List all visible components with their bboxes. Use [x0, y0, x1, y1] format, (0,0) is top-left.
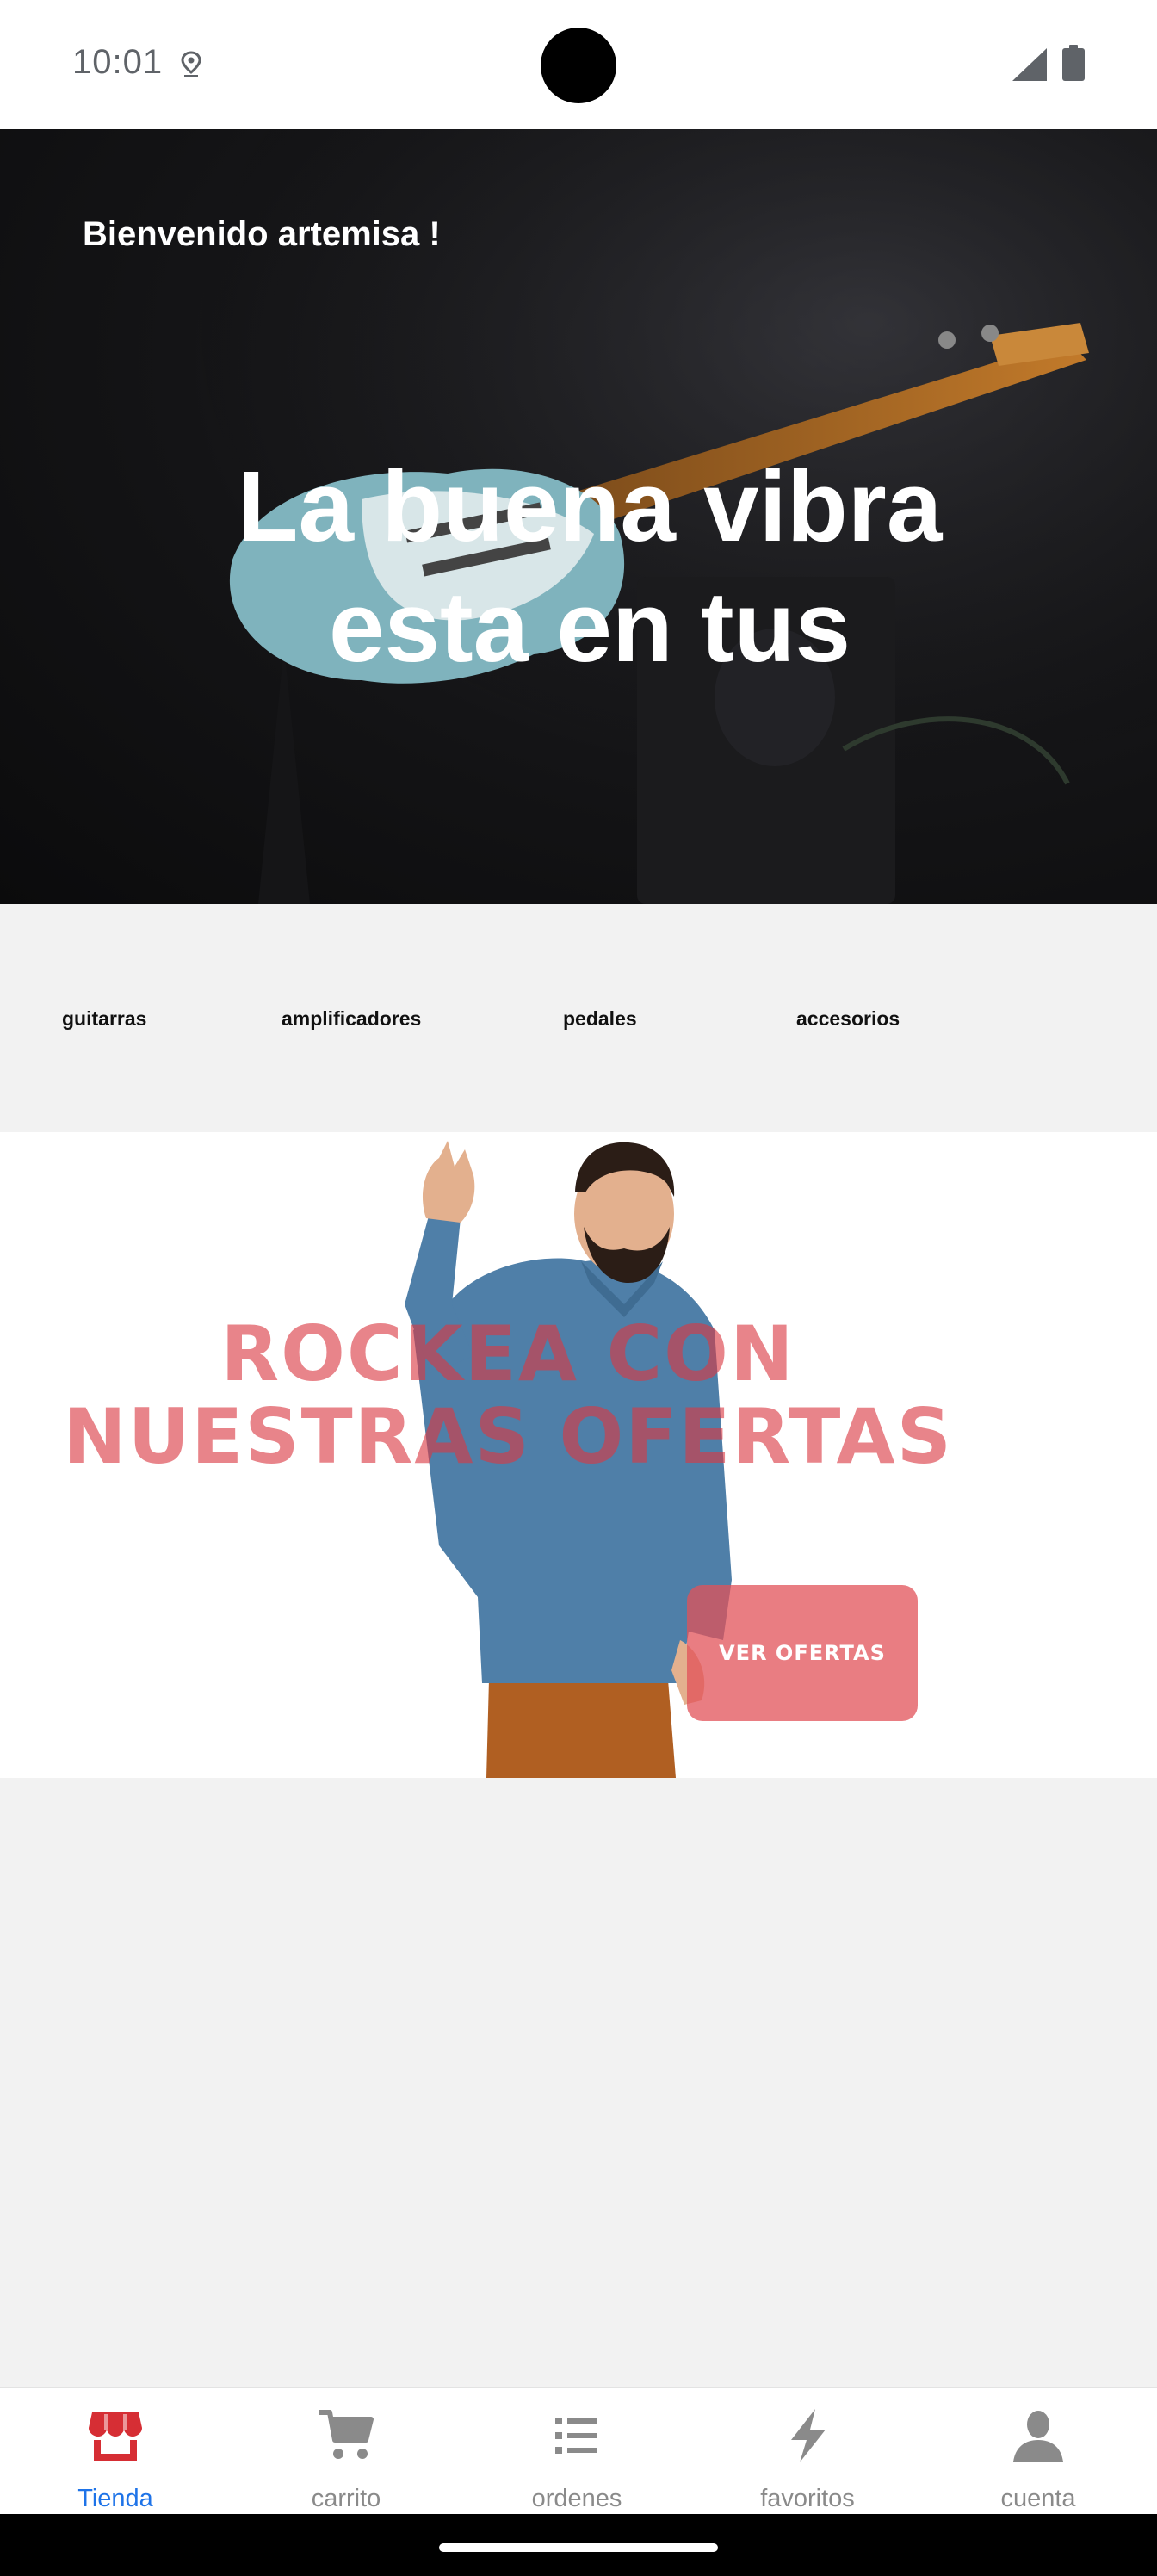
bottom-navigation: Tienda carrito ordenes favoritos cuenta [0, 2387, 1157, 2516]
cart-icon [319, 2410, 374, 2459]
store-icon [89, 2412, 142, 2461]
nav-ordenes[interactable]: ordenes [461, 2388, 692, 2516]
battery-icon [1062, 45, 1085, 81]
hero-banner: Bienvenido artemisa ! La buena vibra est… [0, 129, 1157, 904]
location-pin-icon [181, 51, 201, 77]
status-bar: 10:01 [0, 0, 1157, 129]
nav-cuenta[interactable]: cuenta [923, 2388, 1154, 2516]
nav-label-carrito: carrito [311, 2485, 381, 2512]
home-gesture-handle[interactable] [439, 2543, 718, 2552]
status-time: 10:01 [72, 43, 164, 81]
nav-label-tienda: Tienda [77, 2485, 153, 2512]
gesture-bar [0, 2514, 1157, 2576]
promo-title-line2: NUESTRAS OFERTAS [62, 1392, 954, 1481]
category-accesorios[interactable]: accesorios [796, 1007, 900, 1031]
promo-title: ROCKEA CON NUESTRAS OFERTAS [52, 1313, 964, 1478]
hero-title-line1: La buena vibra [237, 450, 943, 562]
category-guitarras[interactable]: guitarras [62, 1007, 146, 1031]
signal-icon [1012, 48, 1047, 81]
category-pedales[interactable]: pedales [563, 1007, 637, 1031]
category-bar: guitarras amplificadores pedales accesor… [0, 904, 1157, 1132]
person-icon [1013, 2411, 1063, 2462]
category-amplificadores[interactable]: amplificadores [282, 1007, 421, 1031]
nav-label-ordenes: ordenes [531, 2485, 622, 2512]
lightning-icon [791, 2409, 826, 2462]
welcome-text: Bienvenido artemisa ! [83, 215, 441, 253]
camera-cutout [541, 28, 616, 103]
hero-title-line2: esta en tus [329, 571, 851, 683]
nav-label-cuenta: cuenta [1000, 2485, 1076, 2512]
list-icon [555, 2418, 597, 2454]
hero-title: La buena vibra esta en tus [0, 446, 1157, 687]
promo-title-line1: ROCKEA CON [220, 1310, 795, 1398]
nav-tienda[interactable]: Tienda [0, 2388, 231, 2516]
nav-label-favoritos: favoritos [760, 2485, 855, 2512]
nav-favoritos[interactable]: favoritos [692, 2388, 923, 2516]
promo-banner: ROCKEA CON NUESTRAS OFERTAS VER OFERTAS [0, 1132, 1157, 1778]
nav-carrito[interactable]: carrito [231, 2388, 461, 2516]
ver-ofertas-button[interactable]: VER OFERTAS [687, 1585, 918, 1721]
